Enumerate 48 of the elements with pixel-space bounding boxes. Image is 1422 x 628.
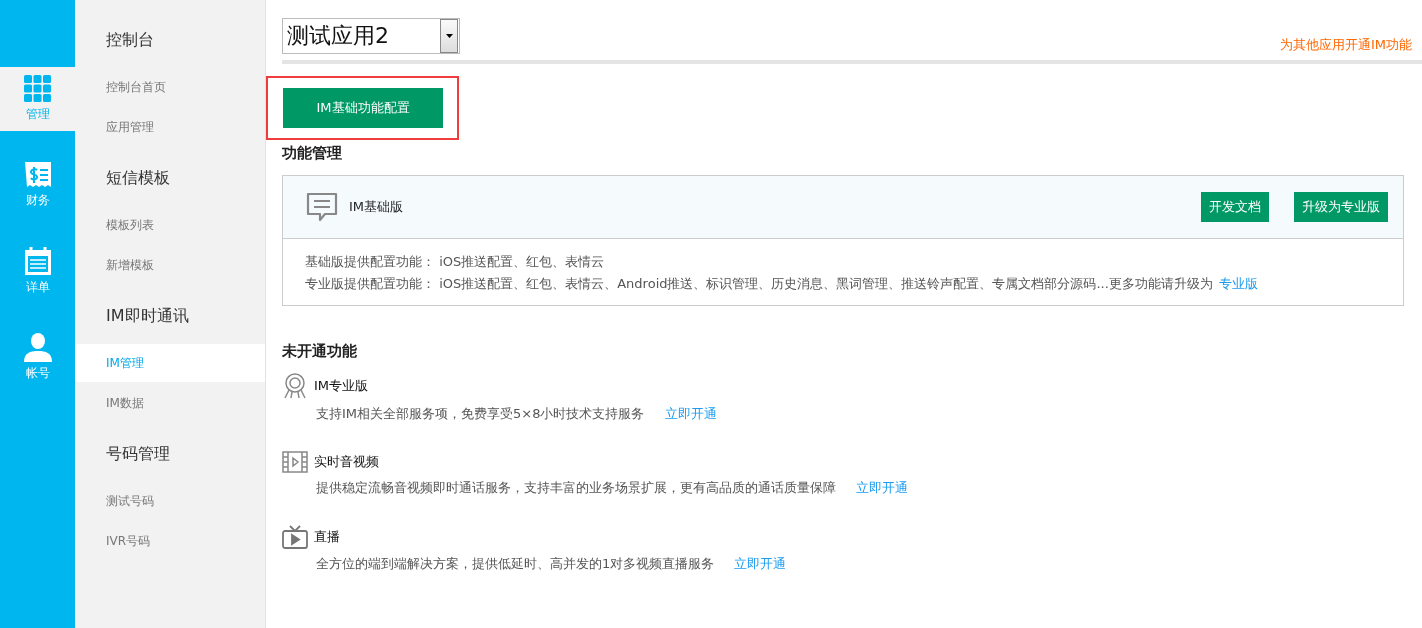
film-icon — [282, 451, 308, 473]
rail-item[interactable]: 管理 — [0, 67, 75, 131]
sidebar-item[interactable]: IVR号码 — [75, 522, 265, 560]
tv-icon — [282, 525, 308, 549]
sidebar-item[interactable]: 模板列表 — [75, 206, 265, 244]
section-title: IM即时通讯 — [105, 305, 190, 327]
enable-link[interactable]: 立即开通 — [856, 479, 908, 497]
message-icon — [305, 192, 339, 222]
sidebar-item[interactable]: IM数据 — [75, 384, 265, 422]
im-config-button[interactable]: IM基础功能配置 — [283, 88, 443, 128]
enable-link[interactable]: 立即开通 — [664, 405, 717, 423]
feature-description: 全方位的端到端解决方案，提供低延时、高并发的1对多视频直播服务 — [316, 555, 715, 573]
section-title: 短信模板 — [105, 167, 171, 189]
sidebar-item[interactable]: IM管理 — [75, 344, 265, 382]
grid-icon — [23, 75, 52, 103]
feature-name: IM专业版 — [314, 377, 369, 395]
sidebar-item[interactable]: 测试号码 — [75, 482, 265, 520]
section-title: 号码管理 — [105, 443, 171, 465]
sidebar-item[interactable]: 应用管理 — [75, 108, 265, 146]
rail-label: 财务 — [25, 192, 50, 209]
card-button[interactable]: 升级为专业版 — [1294, 192, 1388, 222]
basic-features-text: 基础版提供配置功能： iOS推送配置、红包、表情云 — [305, 253, 606, 271]
rail-label: 详单 — [25, 279, 50, 296]
pro-link[interactable]: 专业版 — [1218, 276, 1258, 291]
section-heading: 未开通功能 — [282, 342, 358, 361]
rail-item[interactable]: 详单 — [0, 239, 75, 303]
sidebar-item[interactable]: 新增模板 — [75, 246, 265, 284]
bill-icon — [23, 161, 52, 189]
section-title: 控制台 — [105, 29, 155, 51]
calendar-icon — [23, 246, 52, 276]
app-select[interactable]: 测试应用2 — [282, 18, 460, 54]
plan-name: IM基础版 — [349, 198, 405, 216]
medal-icon — [282, 373, 308, 399]
feature-description: 提供稳定流畅音视频即时通话服务，支持丰富的业务场景扩展，更有高品质的通话质量保障 — [316, 479, 836, 497]
sidebar-item[interactable]: 控制台首页 — [75, 68, 265, 106]
rail-item[interactable]: 帐号 — [0, 325, 75, 389]
rail-item[interactable]: 财务 — [0, 153, 75, 217]
rail-label: 帐号 — [25, 365, 50, 382]
enable-im-link[interactable]: 为其他应用开通IM功能 — [1279, 36, 1412, 54]
rail-label: 管理 — [25, 106, 50, 123]
enable-link[interactable]: 立即开通 — [734, 555, 787, 573]
card-button[interactable]: 开发文档 — [1201, 192, 1269, 222]
section-heading: 功能管理 — [282, 144, 343, 163]
feature-description: 支持IM相关全部服务项，免费享受5×8小时技术支持服务 — [316, 405, 645, 423]
feature-name: 直播 — [314, 528, 340, 546]
user-icon — [22, 332, 53, 362]
feature-name: 实时音视频 — [314, 453, 379, 471]
pro-features-text: 专业版提供配置功能： iOS推送配置、红包、表情云、Android推送、标识管理、历史消息、黑词管理、推送铃声配置、专属文档部分源码...更多功能请升级为 — [305, 276, 1213, 291]
